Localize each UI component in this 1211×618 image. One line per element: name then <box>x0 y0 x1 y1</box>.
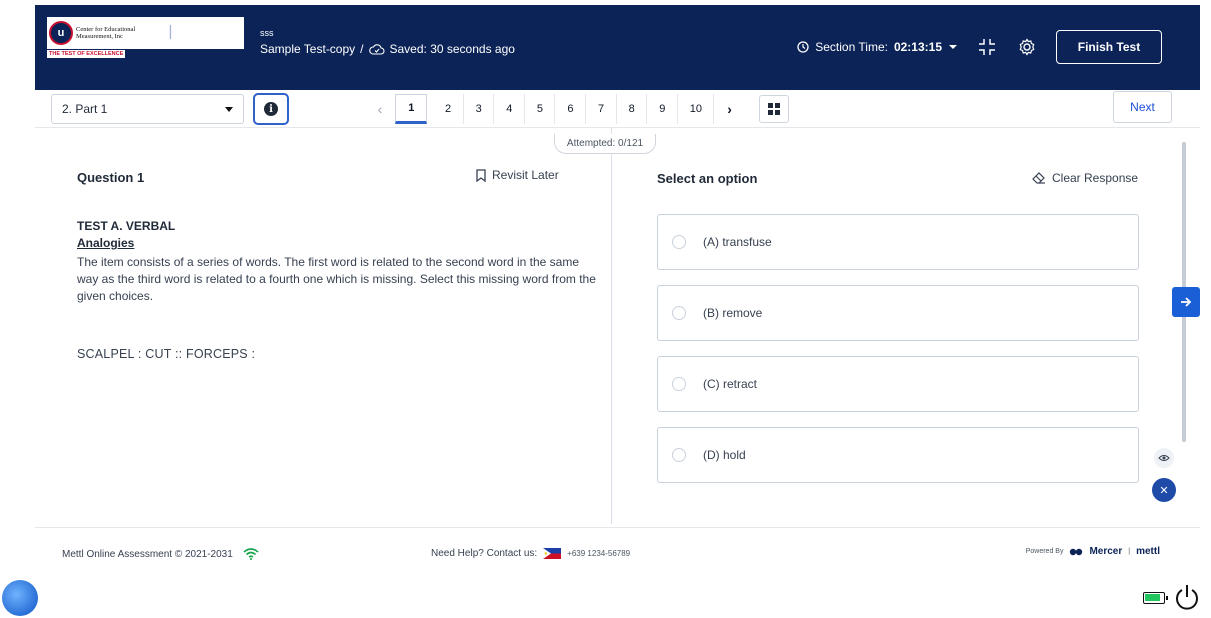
clock-icon <box>797 41 809 53</box>
power-icon[interactable] <box>1174 584 1200 612</box>
option-c-radio[interactable] <box>672 377 686 391</box>
page-button-5[interactable]: 5 <box>525 94 556 124</box>
section-timer[interactable]: Section Time: 02:13:15 <box>797 40 958 54</box>
os-start-icon[interactable] <box>2 580 38 616</box>
caret-down-icon <box>225 107 233 112</box>
page-button-6[interactable]: 6 <box>556 94 586 124</box>
question-pane: Question 1 Revisit Later TEST A. VERBAL … <box>35 128 611 518</box>
saved-status: Saved: 30 seconds ago <box>389 42 515 56</box>
option-d-radio[interactable] <box>672 448 686 462</box>
section-select-value: 2. Part 1 <box>62 102 108 116</box>
option-a-label: (A) transfuse <box>703 235 772 249</box>
answer-title: Select an option <box>657 171 758 186</box>
clear-response-label: Clear Response <box>1052 171 1139 185</box>
brand: cer | mettl <box>137 23 217 40</box>
section-time-label: Section Time: <box>815 40 888 54</box>
test-meta: sss Sample Test-copy / Saved: 30 seconds… <box>260 25 515 57</box>
question-subheading: Analogies <box>77 236 135 250</box>
settings-gear-icon[interactable] <box>1016 36 1038 58</box>
option-b-label: (B) remove <box>703 306 763 320</box>
footer-help: Need Help? Contact us: +639 1234-56789 <box>431 548 630 559</box>
next-page-arrow-icon[interactable]: › <box>715 94 745 124</box>
page-button-10[interactable]: 10 <box>678 94 715 124</box>
philippines-flag-icon <box>543 548 562 559</box>
clear-response-button[interactable]: Clear Response <box>1032 171 1138 185</box>
page-button-4[interactable]: 4 <box>495 94 525 124</box>
brand-right: mettl <box>181 23 218 40</box>
grid-icon <box>767 103 780 115</box>
test-code: sss <box>260 28 274 38</box>
info-button[interactable]: i <box>253 93 289 125</box>
attempted-counter: Attempted: 0/121 <box>554 134 656 154</box>
question-nav: 2. Part 1 i ‹ 1 2 3 4 5 6 7 8 9 10 › Nex… <box>35 90 1200 128</box>
top-header: u Center for Educational Measurement, In… <box>35 5 1200 90</box>
powered-by-label: Powered By <box>1025 548 1064 555</box>
next-button[interactable]: Next <box>1113 91 1172 123</box>
question-instructions: The item consists of a series of words. … <box>77 255 596 303</box>
expand-panel-button[interactable] <box>1172 287 1200 317</box>
header-actions: Section Time: 02:13:15 Finish Test <box>797 29 1200 65</box>
eraser-icon <box>1032 172 1045 184</box>
brand-left: cer <box>137 23 160 40</box>
answer-pane: Select an option Clear Response (A) tran… <box>612 128 1200 518</box>
arrow-right-icon <box>1181 297 1192 307</box>
cem-seal-icon: u <box>49 21 73 45</box>
option-a[interactable]: (A) transfuse <box>657 214 1139 270</box>
powered-by: Powered By Mercer | mettl <box>1026 546 1160 557</box>
page-button-7[interactable]: 7 <box>587 94 617 124</box>
question-grid-button[interactable] <box>758 95 789 123</box>
powered-by-brand: Mercer <box>1089 546 1123 557</box>
question-pager: ‹ 1 2 3 4 5 6 7 8 9 10 › <box>365 94 789 124</box>
help-label: Need Help? Contact us: <box>431 548 538 559</box>
option-c-label: (C) retract <box>703 377 757 391</box>
option-c[interactable]: (C) retract <box>657 356 1139 412</box>
question-section-heading: TEST A. VERBAL <box>77 219 176 233</box>
test-name: Sample Test-copy <box>260 42 356 56</box>
mercer-logo-icon <box>1070 548 1083 555</box>
finish-test-button[interactable]: Finish Test <box>1056 30 1162 64</box>
page-button-9[interactable]: 9 <box>648 94 678 124</box>
cloud-check-icon <box>368 44 384 55</box>
page-button-3[interactable]: 3 <box>464 94 495 124</box>
section-select[interactable]: 2. Part 1 <box>51 94 244 124</box>
page-button-2[interactable]: 2 <box>434 94 464 124</box>
powered-by-separator: | <box>1128 548 1131 555</box>
collapse-icon[interactable] <box>976 36 998 58</box>
revisit-later-label: Revisit Later <box>492 168 559 182</box>
footer: Mettl Online Assessment © 2021-2031 Need… <box>35 527 1200 579</box>
revisit-later-button[interactable]: Revisit Later <box>476 168 559 182</box>
title-separator: / <box>360 42 364 56</box>
section-time-value: 02:13:15 <box>893 40 942 54</box>
logo-text: Center for Educational Measurement, Inc <box>76 26 136 40</box>
help-phone[interactable]: +639 1234-56789 <box>567 549 630 558</box>
powered-by-product: mettl <box>1136 546 1160 557</box>
option-b-radio[interactable] <box>672 306 686 320</box>
question-area: Question 1 Revisit Later TEST A. VERBAL … <box>35 128 1200 525</box>
chevron-down-icon <box>949 45 957 49</box>
bookmark-icon <box>476 168 486 182</box>
page-button-1[interactable]: 1 <box>395 94 428 124</box>
eye-icon[interactable] <box>1154 448 1174 468</box>
option-d[interactable]: (D) hold <box>657 427 1139 483</box>
copyright-text: Mettl Online Assessment © 2021-2031 <box>62 548 233 560</box>
option-d-label: (D) hold <box>703 448 746 462</box>
option-a-radio[interactable] <box>672 235 686 249</box>
prev-page-arrow-icon[interactable]: ‹ <box>365 94 395 124</box>
page-button-8[interactable]: 8 <box>617 94 648 124</box>
footer-left: Mettl Online Assessment © 2021-2031 <box>62 548 259 560</box>
question-title: Question 1 <box>77 170 145 185</box>
test-title-row: Sample Test-copy / Saved: 30 seconds ago <box>260 41 515 57</box>
close-icon[interactable]: ✕ <box>1152 478 1176 502</box>
battery-icon[interactable] <box>1143 592 1168 604</box>
logo-tagline: THE TEST OF EXCELLENCE <box>47 50 125 58</box>
wifi-icon <box>243 548 259 560</box>
app-window: u Center for Educational Measurement, In… <box>0 0 1211 618</box>
brand-separator: | <box>168 23 173 40</box>
question-prompt: SCALPEL : CUT :: FORCEPS : <box>77 347 256 361</box>
info-icon: i <box>264 102 278 116</box>
option-b[interactable]: (B) remove <box>657 285 1139 341</box>
